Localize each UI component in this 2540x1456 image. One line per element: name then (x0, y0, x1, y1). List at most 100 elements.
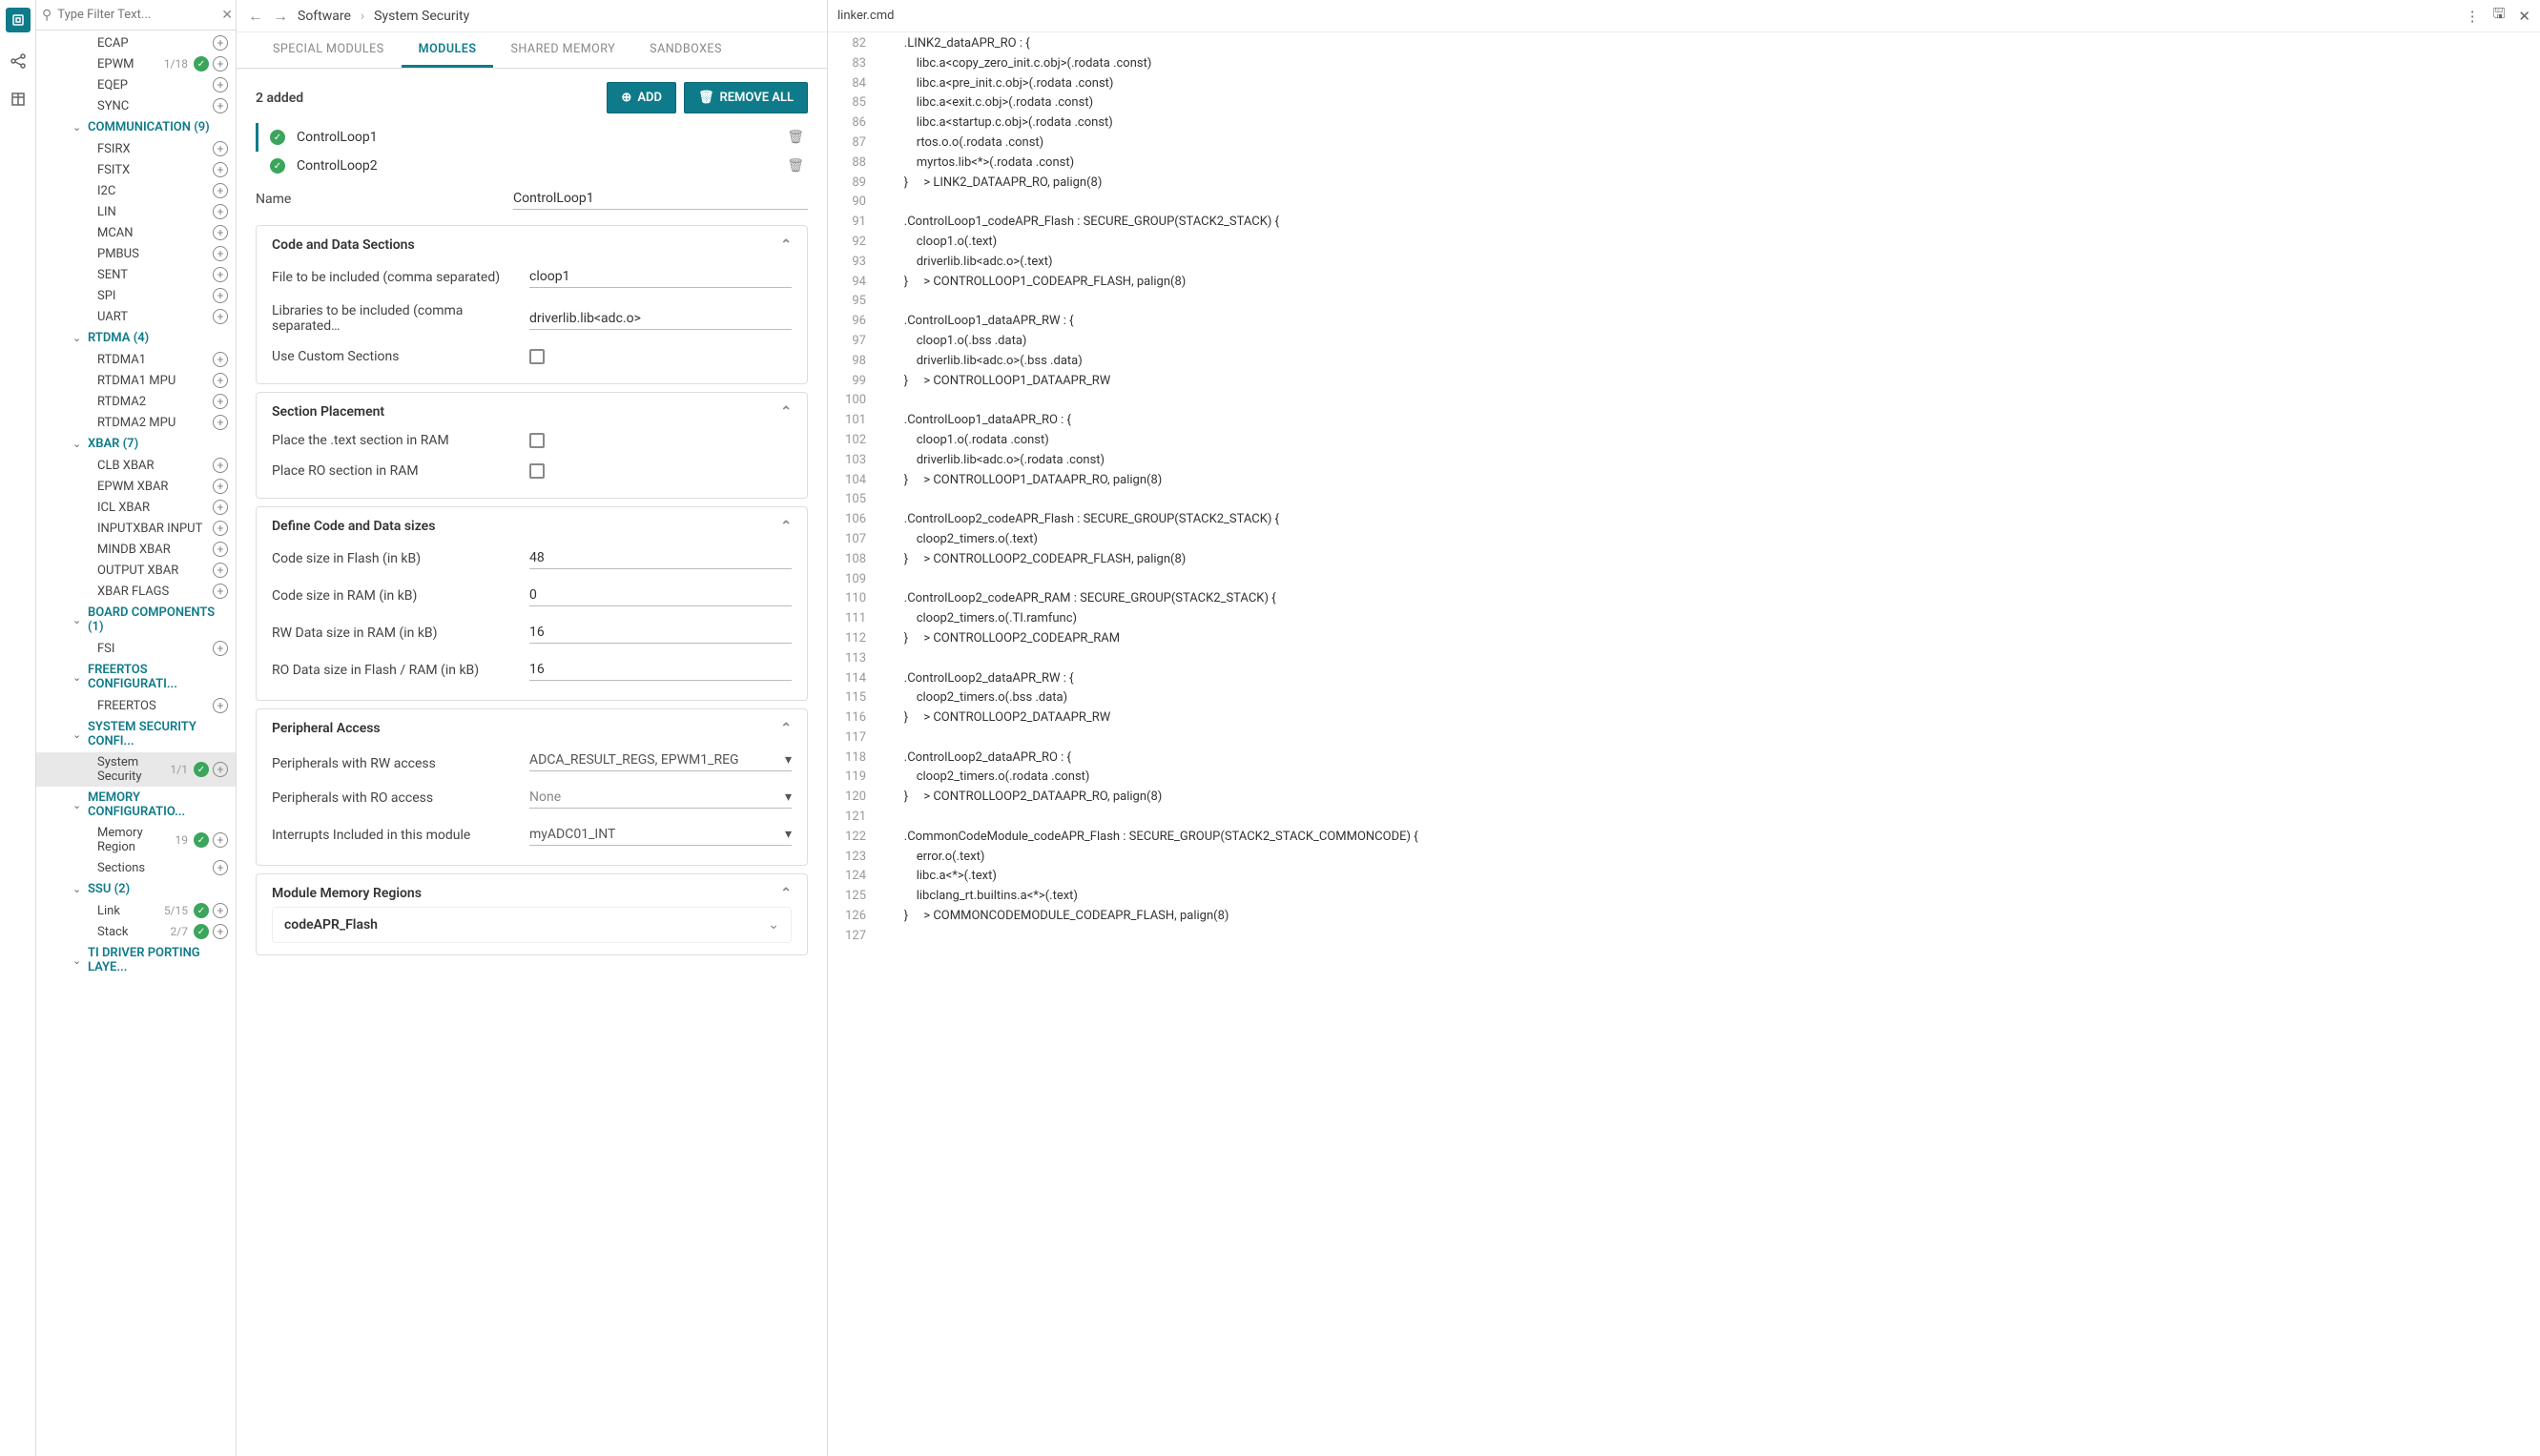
node-stack[interactable]: Stack2/7✓+ (36, 921, 236, 942)
module-item[interactable]: ✓ControlLoop2🗑 (256, 152, 808, 180)
node-link[interactable]: Link5/15✓+ (36, 900, 236, 921)
add-icon[interactable]: + (213, 762, 228, 777)
add-icon[interactable]: + (213, 924, 228, 939)
name-input[interactable] (513, 188, 808, 210)
collapse-icon[interactable]: ⌃ (780, 237, 792, 253)
rw-periph-select[interactable]: ADCA_RESULT_REGS, EPWM1_REG▾ (529, 749, 792, 771)
add-icon[interactable]: + (213, 584, 228, 599)
add-icon[interactable]: + (213, 77, 228, 92)
crumb-software[interactable]: Software (298, 9, 351, 24)
node-epwm[interactable]: EPWM1/18✓+ (36, 53, 236, 74)
add-icon[interactable]: + (213, 204, 228, 219)
add-icon[interactable]: + (213, 542, 228, 557)
node-lin[interactable]: LIN+ (36, 201, 236, 222)
add-icon[interactable]: + (213, 860, 228, 875)
add-icon[interactable]: + (213, 309, 228, 324)
code-flash-input[interactable] (529, 547, 792, 569)
rail-table-icon[interactable] (9, 90, 28, 109)
custom-sections-checkbox[interactable] (529, 349, 545, 364)
filter-icon[interactable]: ⚲ (42, 8, 52, 23)
remove-all-button[interactable]: 🗑REMOVE ALL (684, 82, 808, 113)
add-icon[interactable]: + (213, 394, 228, 409)
node-eqep[interactable]: EQEP+ (36, 74, 236, 95)
collapse-icon[interactable]: ⌃ (780, 721, 792, 736)
node-fsitx[interactable]: FSITX+ (36, 159, 236, 180)
node-sections[interactable]: Sections+ (36, 857, 236, 878)
group-ssu[interactable]: ⌄SSU (2) (36, 878, 236, 900)
node-ecap[interactable]: ECAP+ (36, 32, 236, 53)
file-input[interactable] (529, 266, 792, 288)
group-tidriver[interactable]: ⌄TI DRIVER PORTING LAYE... (36, 942, 236, 978)
add-icon[interactable]: + (213, 373, 228, 388)
tree[interactable]: ECAP+ EPWM1/18✓+ EQEP+ SYNC+ ⌄COMMUNICAT… (36, 31, 236, 1456)
tab-sandboxes[interactable]: SANDBOXES (632, 32, 739, 68)
filter-input[interactable] (57, 8, 216, 22)
node-rtdma2mpu[interactable]: RTDMA2 MPU+ (36, 412, 236, 433)
add-icon[interactable]: + (213, 415, 228, 430)
node-outputxbar[interactable]: OUTPUT XBAR+ (36, 560, 236, 581)
rail-share-icon[interactable] (9, 51, 28, 71)
back-icon[interactable]: ← (248, 7, 263, 26)
node-fsirx[interactable]: FSIRX+ (36, 138, 236, 159)
add-icon[interactable]: + (213, 641, 228, 656)
delete-icon[interactable]: 🗑 (787, 158, 804, 174)
node-pmbus[interactable]: PMBUS+ (36, 243, 236, 264)
add-icon[interactable]: + (213, 832, 228, 848)
group-xbar[interactable]: ⌄XBAR (7) (36, 433, 236, 455)
group-freertos[interactable]: ⌄FREERTOS CONFIGURATI... (36, 659, 236, 695)
group-syssec[interactable]: ⌄SYSTEM SECURITY CONFI... (36, 716, 236, 752)
clear-filter-icon[interactable]: ✕ (221, 8, 233, 23)
add-icon[interactable]: + (213, 183, 228, 198)
tab-special-modules[interactable]: SPECIAL MODULES (256, 32, 402, 68)
more-icon[interactable]: ⋮ (2466, 8, 2480, 25)
node-freertos[interactable]: FREERTOS+ (36, 695, 236, 716)
add-icon[interactable]: + (213, 35, 228, 51)
lib-input[interactable] (529, 308, 792, 330)
add-icon[interactable]: + (213, 479, 228, 494)
node-rtdma2[interactable]: RTDMA2+ (36, 391, 236, 412)
add-icon[interactable]: + (213, 225, 228, 240)
delete-icon[interactable]: 🗑 (787, 130, 804, 145)
save-icon[interactable]: 🖫 (2493, 4, 2506, 28)
interrupts-select[interactable]: myADC01_INT▾ (529, 824, 792, 846)
add-icon[interactable]: + (213, 563, 228, 578)
collapse-icon[interactable]: ⌃ (780, 519, 792, 534)
add-icon[interactable]: + (213, 458, 228, 473)
node-memregion[interactable]: Memory Region19✓+ (36, 823, 236, 857)
add-icon[interactable]: + (213, 246, 228, 261)
node-mcan[interactable]: MCAN+ (36, 222, 236, 243)
tab-shared-memory[interactable]: SHARED MEMORY (493, 32, 632, 68)
text-ram-checkbox[interactable] (529, 433, 545, 448)
node-sent[interactable]: SENT+ (36, 264, 236, 285)
node-inputxbar[interactable]: INPUTXBAR INPUT+ (36, 518, 236, 539)
module-item[interactable]: ✓ControlLoop1🗑 (256, 123, 808, 152)
group-rtdma[interactable]: ⌄RTDMA (4) (36, 327, 236, 349)
add-icon[interactable]: + (213, 500, 228, 515)
node-xbarflags[interactable]: XBAR FLAGS+ (36, 581, 236, 602)
node-rtdma1mpu[interactable]: RTDMA1 MPU+ (36, 370, 236, 391)
close-icon[interactable]: ✕ (2518, 8, 2530, 25)
node-rtdma1[interactable]: RTDMA1+ (36, 349, 236, 370)
ro-flash-input[interactable] (529, 659, 792, 681)
node-uart[interactable]: UART+ (36, 306, 236, 327)
node-iclxbar[interactable]: ICL XBAR+ (36, 497, 236, 518)
add-icon[interactable]: + (213, 903, 228, 918)
add-button[interactable]: ⊕ADD (607, 82, 676, 113)
node-epwmxbar[interactable]: EPWM XBAR+ (36, 476, 236, 497)
add-icon[interactable]: + (213, 288, 228, 303)
node-fsi[interactable]: FSI+ (36, 638, 236, 659)
add-icon[interactable]: + (213, 267, 228, 282)
add-icon[interactable]: + (213, 698, 228, 713)
ro-periph-select[interactable]: None▾ (529, 787, 792, 809)
node-system-security[interactable]: System Security1/1✓+ (36, 752, 236, 787)
node-spi[interactable]: SPI+ (36, 285, 236, 306)
add-icon[interactable]: + (213, 98, 228, 113)
collapse-icon[interactable]: ⌃ (780, 404, 792, 420)
collapse-icon[interactable]: ⌃ (780, 886, 792, 901)
node-i2c[interactable]: I2C+ (36, 180, 236, 201)
code-editor[interactable]: 82 .LINK2_dataAPR_RO : {83 libc.a<copy_z… (828, 32, 2540, 1456)
ro-ram-checkbox[interactable] (529, 463, 545, 479)
forward-icon[interactable]: → (273, 7, 288, 26)
node-mindbxbar[interactable]: MINDB XBAR+ (36, 539, 236, 560)
add-icon[interactable]: + (213, 162, 228, 177)
